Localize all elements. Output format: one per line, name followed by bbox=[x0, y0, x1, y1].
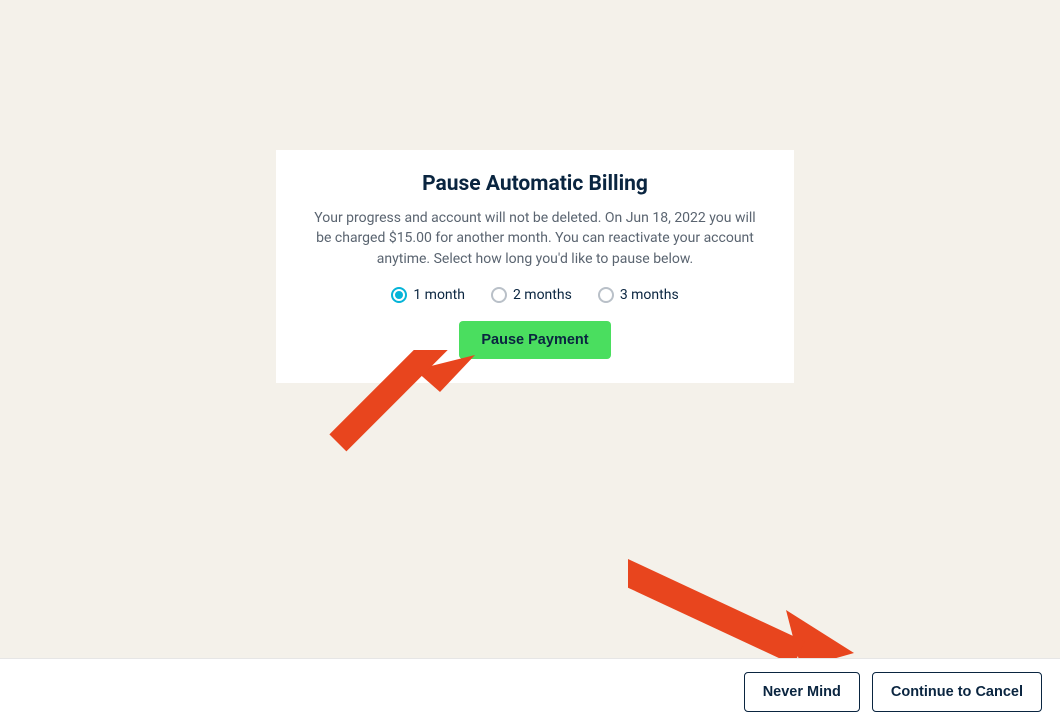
pause-payment-button[interactable]: Pause Payment bbox=[459, 321, 610, 359]
radio-label: 3 months bbox=[620, 287, 679, 303]
annotation-arrow-icon bbox=[628, 535, 858, 675]
radio-icon bbox=[598, 287, 614, 303]
continue-to-cancel-button[interactable]: Continue to Cancel bbox=[872, 672, 1042, 712]
radio-label: 1 month bbox=[413, 287, 465, 303]
radio-option-3-months[interactable]: 3 months bbox=[598, 287, 679, 303]
modal-description: Your progress and account will not be de… bbox=[298, 208, 772, 269]
radio-icon bbox=[491, 287, 507, 303]
modal-title: Pause Automatic Billing bbox=[298, 172, 772, 196]
radio-label: 2 months bbox=[513, 287, 572, 303]
radio-icon bbox=[391, 287, 407, 303]
never-mind-button[interactable]: Never Mind bbox=[744, 672, 860, 712]
duration-radio-group: 1 month 2 months 3 months bbox=[298, 287, 772, 303]
pause-billing-card: Pause Automatic Billing Your progress an… bbox=[276, 150, 794, 383]
footer-bar: Never Mind Continue to Cancel bbox=[0, 658, 1060, 724]
radio-option-2-months[interactable]: 2 months bbox=[491, 287, 572, 303]
radio-option-1-month[interactable]: 1 month bbox=[391, 287, 465, 303]
